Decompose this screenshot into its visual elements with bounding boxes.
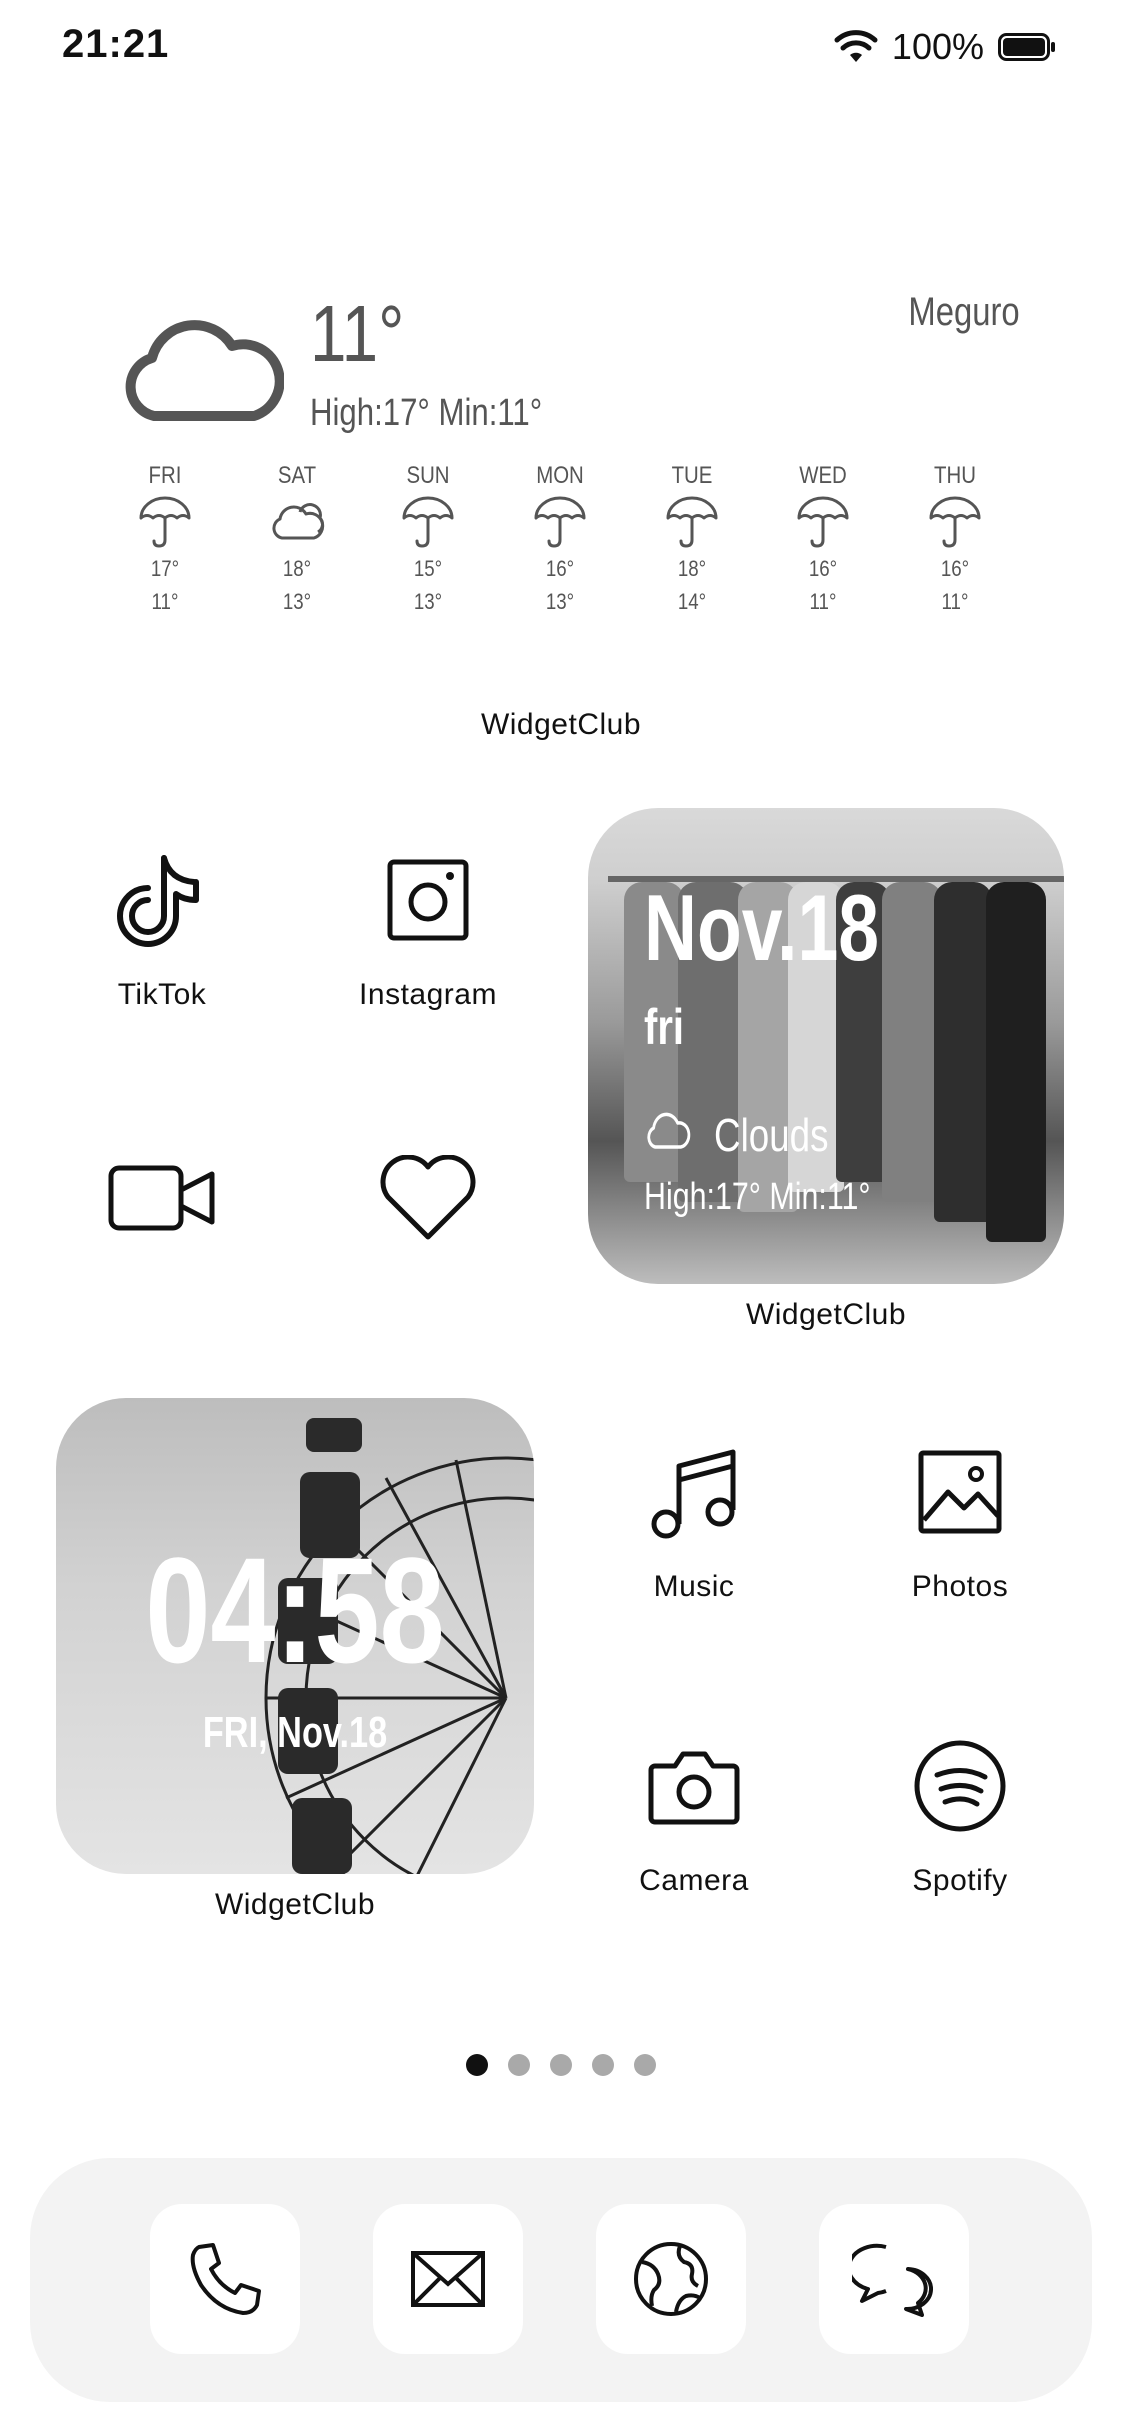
umbrella-icon bbox=[890, 492, 1020, 552]
cloud-icon bbox=[232, 492, 362, 552]
forecast-low: 14° bbox=[677, 589, 706, 614]
forecast-day-name: THU bbox=[933, 462, 976, 489]
forecast-high: 18° bbox=[282, 556, 311, 581]
app-label: Photos bbox=[911, 1570, 1009, 1603]
garment bbox=[986, 882, 1046, 1242]
umbrella-icon bbox=[758, 492, 888, 552]
wifi-icon bbox=[834, 30, 878, 64]
heart-icon bbox=[338, 1128, 518, 1268]
condition-text: Clouds bbox=[714, 1109, 829, 1161]
forecast-low: 13° bbox=[414, 589, 443, 614]
forecast-high: 16° bbox=[545, 556, 575, 581]
dock-messages[interactable] bbox=[819, 2204, 969, 2354]
app-spotify[interactable]: Spotify bbox=[870, 1716, 1050, 1898]
photo-widget-label: WidgetClub bbox=[745, 1298, 907, 1331]
app-label: TikTok bbox=[117, 978, 207, 1011]
forecast-day-name: TUE bbox=[671, 462, 713, 489]
weather-widget-label: WidgetClub bbox=[480, 708, 642, 741]
page-dot[interactable] bbox=[634, 2054, 656, 2076]
battery-percentage: 100% bbox=[891, 26, 984, 67]
page-dot[interactable] bbox=[508, 2054, 530, 2076]
cloud-icon bbox=[114, 308, 285, 433]
page-indicator[interactable] bbox=[0, 2054, 1122, 2076]
phone-icon bbox=[190, 2243, 261, 2315]
garment bbox=[882, 882, 942, 1202]
forecast-high: 17° bbox=[150, 556, 180, 581]
dock bbox=[30, 2158, 1092, 2402]
spotify-icon bbox=[870, 1716, 1050, 1856]
forecast-day: SUN 15° 13° bbox=[363, 462, 493, 618]
mail-icon bbox=[411, 2251, 485, 2307]
forecast-day: SAT 18° 13° bbox=[232, 462, 362, 618]
clock-widget-label: WidgetClub bbox=[214, 1888, 376, 1921]
dock-browser[interactable] bbox=[596, 2204, 746, 2354]
messages-icon bbox=[852, 2243, 933, 2317]
forecast-low: 13° bbox=[282, 589, 311, 614]
status-icons: 100% bbox=[834, 22, 1056, 72]
music-note-icon bbox=[604, 1422, 784, 1562]
widget-date: Nov.18 bbox=[644, 875, 879, 980]
umbrella-icon bbox=[100, 492, 230, 552]
app-health[interactable] bbox=[338, 1128, 518, 1268]
forecast-high: 16° bbox=[809, 556, 838, 581]
forecast-low: 13° bbox=[545, 589, 575, 614]
date-weather-photo-widget[interactable]: Nov.18 fri Clouds High:17° Min:11° bbox=[588, 808, 1064, 1284]
dock-mail[interactable] bbox=[373, 2204, 523, 2354]
forecast-day-name: WED bbox=[799, 462, 848, 489]
page-dot-active[interactable] bbox=[466, 2054, 488, 2076]
photo-icon bbox=[870, 1422, 1050, 1562]
forecast-low: 11° bbox=[809, 589, 837, 614]
high-low-temperature: High:17° Min:11° bbox=[310, 392, 543, 434]
app-label: Music bbox=[653, 1570, 735, 1603]
forecast-day-name: FRI bbox=[148, 462, 182, 489]
forecast-high: 15° bbox=[414, 556, 443, 581]
widget-clock-time: 04:58 bbox=[145, 1526, 445, 1694]
widget-condition: Clouds bbox=[644, 1108, 857, 1162]
battery-icon bbox=[998, 33, 1056, 61]
app-label: Camera bbox=[639, 1864, 749, 1897]
forecast-day-name: SAT bbox=[277, 462, 316, 489]
app-label: Spotify bbox=[912, 1864, 1008, 1897]
globe-icon bbox=[634, 2242, 708, 2316]
forecast-day-name: MON bbox=[536, 462, 584, 489]
forecast-day: TUE 18° 14° bbox=[627, 462, 757, 618]
widget-clock-date: FRI, Nov.18 bbox=[202, 1708, 388, 1757]
app-tiktok[interactable]: TikTok bbox=[72, 830, 252, 1012]
status-time: 21:21 bbox=[62, 22, 170, 66]
dock-phone[interactable] bbox=[150, 2204, 300, 2354]
forecast-row: FRI 17° 11° SAT 18° 13° SUN 15° 13° MON … bbox=[100, 462, 1020, 618]
instagram-icon bbox=[338, 830, 518, 970]
video-camera-icon bbox=[72, 1128, 252, 1268]
umbrella-icon bbox=[495, 492, 625, 552]
umbrella-icon bbox=[363, 492, 493, 552]
forecast-high: 18° bbox=[677, 556, 706, 581]
forecast-day: MON 16° 13° bbox=[495, 462, 625, 618]
page-dot[interactable] bbox=[592, 2054, 614, 2076]
forecast-low: 11° bbox=[151, 589, 179, 614]
app-music[interactable]: Music bbox=[604, 1422, 784, 1604]
weather-widget[interactable]: 11° High:17° Min:11° Meguro FRI 17° 11° … bbox=[100, 280, 1020, 650]
app-photos[interactable]: Photos bbox=[870, 1422, 1050, 1604]
garment bbox=[934, 882, 992, 1222]
forecast-day: THU 16° 11° bbox=[890, 462, 1020, 618]
page-dot[interactable] bbox=[550, 2054, 572, 2076]
app-camera[interactable]: Camera bbox=[604, 1716, 784, 1898]
widget-weekday: fri bbox=[644, 999, 684, 1055]
umbrella-icon bbox=[627, 492, 757, 552]
camera-icon bbox=[604, 1716, 784, 1856]
forecast-low: 11° bbox=[941, 589, 969, 614]
clock-photo-widget[interactable]: 04:58 FRI, Nov.18 bbox=[56, 1398, 534, 1874]
forecast-high: 16° bbox=[940, 556, 970, 581]
widget-high-low: High:17° Min:11° bbox=[644, 1176, 871, 1218]
app-instagram[interactable]: Instagram bbox=[338, 830, 518, 1012]
forecast-day: FRI 17° 11° bbox=[100, 462, 230, 618]
forecast-day: WED 16° 11° bbox=[758, 462, 888, 618]
app-video[interactable] bbox=[72, 1128, 252, 1268]
current-temperature: 11° bbox=[310, 289, 405, 378]
forecast-day-name: SUN bbox=[406, 462, 450, 489]
cloud-icon bbox=[644, 1108, 691, 1162]
location-label: Meguro bbox=[908, 290, 1020, 334]
app-label: Instagram bbox=[359, 978, 497, 1011]
tiktok-icon bbox=[72, 830, 252, 970]
